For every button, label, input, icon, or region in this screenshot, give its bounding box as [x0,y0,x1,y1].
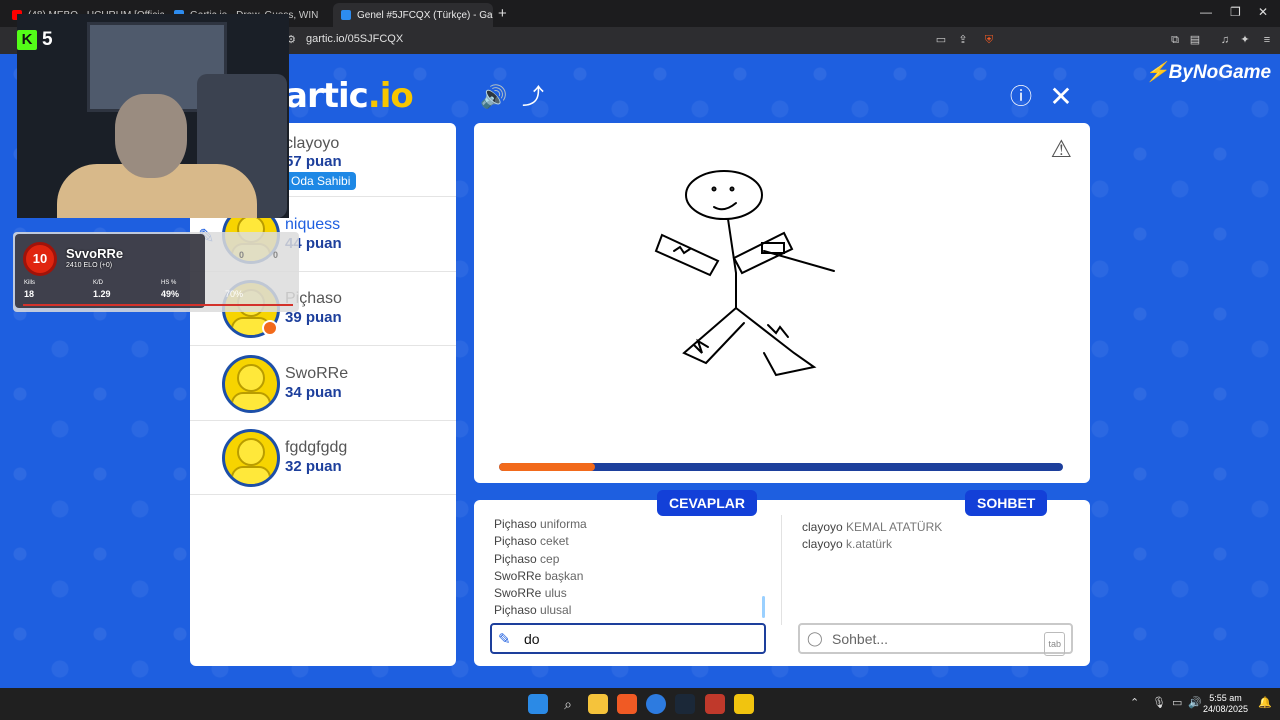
player-name: fgdgfgdg [285,439,348,456]
clock[interactable]: 5:55 am 24/08/2025 [1203,693,1248,715]
kick-icon: K [17,30,37,50]
faceit-stats-overlay: 10 SvvoRRe 2410 ELO (+0) Kills 18 K/D 1.… [13,232,299,312]
extensions-icon[interactable]: ⧉ [1168,33,1182,47]
list-item: Piçhaso ulusal [494,603,572,618]
webcam-overlay [17,14,289,218]
status-dot [262,320,278,336]
owner-badge: Oda Sahibi [285,172,357,190]
avatar [222,355,280,413]
search-icon[interactable]: ⌕ [558,694,578,714]
file-explorer-icon[interactable] [588,694,608,714]
app-icon[interactable] [646,694,666,714]
gartic-icon [341,10,351,20]
player-score: 34 puan [285,384,342,401]
drawing-canvas[interactable]: ⚠ [474,123,1090,483]
chat-bubble-icon: ◯ [807,630,823,646]
mic-icon[interactable]: 🎙 [1152,696,1166,709]
info-icon[interactable]: ⓘ [1008,84,1034,110]
tab-key-hint: tab [1044,632,1065,656]
chat-list: clayoyo KEMAL ATATÜRK clayoyo k.atatürk [802,520,942,554]
list-item: Piçhaso uniforma [494,517,587,531]
player-name: clayoyo [285,135,340,152]
list-item: SwoRRe ulus [494,586,567,601]
tray-arrow-icon[interactable]: ⌃ [1130,696,1139,709]
volume-icon[interactable]: 🔊 [1188,696,1202,709]
notification-icon[interactable]: 🔔 [1258,696,1272,709]
app-icon[interactable] [734,694,754,714]
faceit-elo: 2410 ELO (+0) [66,262,113,269]
list-item: Piçhaso ceket [494,534,569,549]
answers-tab[interactable]: CEVAPLAR [657,490,757,516]
recorder-icon[interactable] [705,694,725,714]
gartic-logo: artic.io [285,76,414,116]
chat-input[interactable]: ◯ Sohbet... tab [798,623,1073,656]
brave-shield-icon[interactable]: ⛨ [982,33,996,47]
list-item: clayoyo k.atatürk [802,537,893,551]
player-score: 32 puan [285,458,342,475]
taskbar: ⌕ ⌃ 🎙 ▭ 🔊 5:55 am 24/08/2025 🔔 [0,688,1280,720]
answer-input[interactable]: ✎ do [490,623,766,654]
player-row: fgdgfgdg 32 puan [190,421,456,495]
close-icon[interactable]: ✕ [1048,83,1074,111]
share-icon[interactable]: ⇪ [956,33,970,47]
report-warning-icon[interactable]: ⚠ [1050,135,1072,164]
media-icon[interactable]: ♫ [1218,33,1232,47]
sponsor-logo[interactable]: ⚡ByNoGame [1145,60,1271,84]
faceit-username: SvvoRRe [66,246,124,261]
brave-icon[interactable] [617,694,637,714]
list-item: SwoRRe başkan [494,568,584,583]
viewer-count: 5 [42,29,53,50]
round-timer-bar [499,463,1063,471]
pencil-icon: ✎ [498,631,511,648]
divider [781,515,782,625]
start-icon[interactable] [528,694,548,714]
answers-scrollbar[interactable] [762,596,765,618]
menu-icon[interactable]: ≡ [1260,33,1274,47]
player-name: SwoRRe [285,365,349,382]
new-tab-button[interactable]: + [498,5,507,22]
network-icon[interactable]: ▭ [1172,696,1182,709]
list-item: clayoyo KEMAL ATATÜRK [802,520,943,534]
cast-icon[interactable]: ▭ [934,33,948,47]
answers-chat-panel: CEVAPLAR SOHBET Piçhaso uniforma Piçhaso… [474,490,1090,666]
answers-list: Piçhaso uniforma Piçhaso ceket Piçhaso c… [494,516,764,620]
avatar [222,429,280,487]
minimize-icon[interactable]: — [1200,5,1212,19]
restore-icon[interactable]: ❐ [1230,5,1241,19]
list-item: Piçhaso cep [494,551,560,566]
chat-tab[interactable]: SOHBET [965,490,1048,516]
player-score: 57 puan [285,153,342,170]
share-icon[interactable]: ⤴ [520,84,546,110]
round-timer-fill [499,463,595,471]
sidebar-icon[interactable]: ▤ [1188,33,1202,47]
stick-figure-drawing [654,170,835,377]
tab-gartic-room[interactable]: Genel #5JFCQX (Türkçe) - Gartic ✕ [333,3,493,27]
close-window-icon[interactable]: ✕ [1258,5,1268,19]
sound-icon[interactable]: 🔊 [480,84,507,110]
leo-icon[interactable]: ✦ [1238,33,1252,47]
url-field[interactable]: gartic.io/05SJFCQX [306,33,403,45]
faceit-level-badge: 10 [23,242,57,276]
player-row: SwoRRe 34 puan [190,347,456,421]
steam-icon[interactable] [675,694,695,714]
